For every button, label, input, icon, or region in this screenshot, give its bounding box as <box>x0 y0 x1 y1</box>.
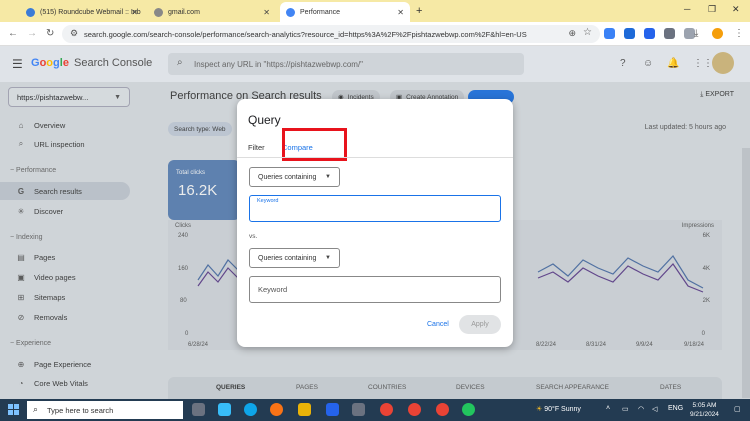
close-window-icon[interactable]: ✕ <box>732 4 740 15</box>
dialog-title: Query <box>248 113 281 127</box>
extension-icon[interactable] <box>664 28 675 39</box>
extension-icon[interactable] <box>604 28 615 39</box>
keyword-input-1[interactable]: Keyword <box>249 195 501 222</box>
search-icon: ⌕ <box>33 404 39 414</box>
keyword-input-2[interactable]: Keyword <box>249 276 501 303</box>
network-icon[interactable]: ▭ <box>622 405 629 413</box>
app-icon[interactable] <box>462 403 475 416</box>
sun-icon: ☀ <box>536 406 545 413</box>
apply-button[interactable]: Apply <box>459 315 501 334</box>
product-name: Search Console <box>74 57 153 69</box>
address-bar[interactable]: ⚙ search.google.com/search-console/perfo… <box>62 25 600 43</box>
cancel-button[interactable]: Cancel <box>427 321 449 328</box>
globe-favicon-icon <box>154 7 163 17</box>
word-icon[interactable] <box>326 403 339 416</box>
url-inspect-search-input[interactable]: ⌕ Inspect any URL in "https://pishtazweb… <box>168 53 524 75</box>
account-avatar[interactable] <box>712 52 734 74</box>
search-console-favicon-icon <box>286 7 295 17</box>
tab-label: Performance <box>300 8 341 16</box>
site-info-icon[interactable]: ⚙ <box>70 28 78 39</box>
dropdown-arrow-icon: ▼ <box>325 174 331 180</box>
mail-icon[interactable] <box>218 403 231 416</box>
close-tab-icon[interactable]: ✕ <box>131 8 138 17</box>
volume-icon[interactable]: ◁ <box>652 405 657 413</box>
keyword-placeholder: Keyword <box>258 285 288 294</box>
search-placeholder: Inspect any URL in "https://pishtazwebwp… <box>194 59 364 69</box>
dialog-divider <box>237 157 513 158</box>
restore-icon[interactable]: ❐ <box>708 4 716 15</box>
tab-label: gmail.com <box>168 8 200 16</box>
windows-taskbar: ⌕ Type here to search ☀ 90°F Sunny ˄ ▭ ◠… <box>0 399 750 421</box>
extension-icon[interactable] <box>624 28 635 39</box>
chrome-icon[interactable] <box>436 403 449 416</box>
app-icon[interactable] <box>352 403 365 416</box>
help-icon[interactable]: ? <box>620 58 626 69</box>
profile-avatar[interactable] <box>712 28 723 39</box>
downloads-icon[interactable]: ⤓ <box>694 28 698 39</box>
chrome-icon[interactable] <box>408 403 421 416</box>
roundcube-favicon-icon <box>26 7 35 17</box>
hamburger-menu-icon[interactable]: ☰ <box>12 57 23 71</box>
edge-icon[interactable] <box>244 403 257 416</box>
tray-chevron-icon[interactable]: ˄ <box>606 405 610 412</box>
close-tab-icon[interactable]: ✕ <box>397 8 404 17</box>
apps-grid-icon[interactable]: ⋮⋮ <box>693 58 713 69</box>
browser-tab-gmail[interactable]: gmail.com ✕ <box>148 2 276 22</box>
query-condition-select-2[interactable]: Queries containing ▼ <box>249 248 340 268</box>
gsc-header: ☰ Google Search Console ⌕ Inspect any UR… <box>0 46 750 82</box>
chrome-icon[interactable] <box>380 403 393 416</box>
forward-icon[interactable]: → <box>27 28 37 39</box>
search-console-logo[interactable]: Google Search Console <box>31 57 152 69</box>
clock[interactable]: 5:05 AM 9/21/2024 <box>690 401 719 419</box>
close-tab-icon[interactable]: ✕ <box>263 8 270 17</box>
tab-filter[interactable]: Filter <box>248 143 265 152</box>
query-condition-select-1[interactable]: Queries containing ▼ <box>249 167 340 187</box>
users-icon[interactable]: ☺ <box>643 58 653 69</box>
new-tab-icon[interactable]: + <box>416 5 422 17</box>
notifications-icon[interactable]: ▢ <box>734 405 741 413</box>
browser-tab-strip: (515) Roundcube Webmail :: Inb ✕ gmail.c… <box>0 0 750 22</box>
menu-kebab-icon[interactable]: ⋮ <box>734 28 744 39</box>
weather-widget[interactable]: ☀ 90°F Sunny <box>536 405 581 413</box>
vs-label: vs. <box>249 233 258 240</box>
bookmark-star-icon[interactable]: ☆ <box>583 27 592 38</box>
windows-start-icon[interactable] <box>8 404 19 415</box>
download-extension-icon[interactable] <box>644 28 655 39</box>
zoom-icon[interactable]: ⊕ <box>568 28 576 39</box>
back-icon[interactable]: ← <box>8 28 18 39</box>
task-view-icon[interactable] <box>192 403 205 416</box>
taskbar-search-input[interactable]: ⌕ Type here to search <box>27 401 183 419</box>
minimize-icon[interactable]: ─ <box>684 4 690 14</box>
browser-tab-roundcube[interactable]: (515) Roundcube Webmail :: Inb ✕ <box>20 2 144 22</box>
language-indicator[interactable]: ENG <box>668 405 683 412</box>
keyword-floating-label: Keyword <box>257 198 279 204</box>
wifi-icon[interactable]: ◠ <box>638 405 644 413</box>
reload-icon[interactable]: ↻ <box>46 28 54 39</box>
query-filter-dialog: Query Filter Compare Queries containing … <box>237 99 513 347</box>
firefox-icon[interactable] <box>270 403 283 416</box>
notifications-bell-icon[interactable]: 🔔 <box>667 58 679 69</box>
url-text: search.google.com/search-console/perform… <box>84 29 527 39</box>
browser-tab-performance[interactable]: Performance ✕ <box>280 2 410 22</box>
tab-label: (515) Roundcube Webmail :: Inb <box>40 8 141 16</box>
file-explorer-icon[interactable] <box>298 403 311 416</box>
browser-toolbar: ← → ↻ ⚙ search.google.com/search-console… <box>0 22 750 46</box>
google-wordmark: Google <box>31 57 69 69</box>
search-icon: ⌕ <box>177 57 183 68</box>
dropdown-arrow-icon: ▼ <box>325 255 331 261</box>
